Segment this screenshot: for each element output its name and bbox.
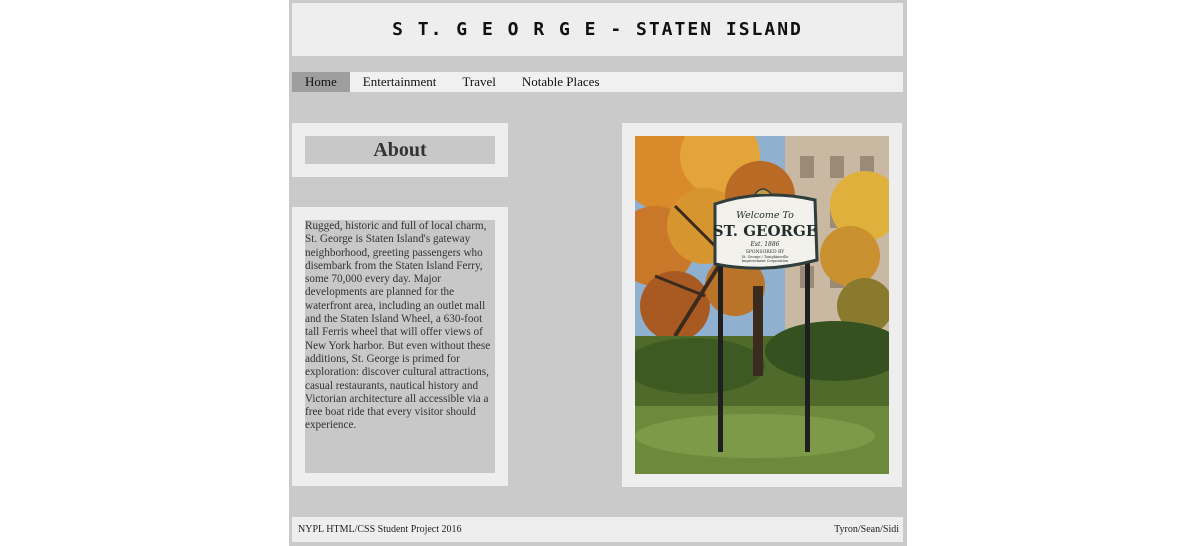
about-heading: About: [305, 136, 495, 164]
site-title: S T. G E O R G E - STATEN ISLAND: [392, 19, 803, 40]
about-panel: About: [292, 123, 508, 177]
footer-authors: Tyron/Sean/Sidi: [834, 524, 899, 535]
site-footer: NYPL HTML/CSS Student Project 2016 Tyron…: [292, 517, 903, 542]
about-text-panel: Rugged, historic and full of local charm…: [292, 207, 508, 486]
nav-item-travel[interactable]: Travel: [449, 72, 508, 92]
photo-panel: Welcome To ST. GEORGE Est. 1886 SPONSORE…: [622, 123, 902, 487]
sign-line-6: Improvement Corporation: [742, 259, 789, 263]
photo-illustration: Welcome To ST. GEORGE Est. 1886 SPONSORE…: [635, 136, 889, 474]
sign-line-1: Welcome To: [736, 210, 794, 221]
about-text: Rugged, historic and full of local charm…: [305, 220, 495, 473]
footer-credit: NYPL HTML/CSS Student Project 2016: [298, 524, 462, 535]
site-header: S T. G E O R G E - STATEN ISLAND: [292, 3, 903, 56]
nav-item-entertainment[interactable]: Entertainment: [350, 72, 450, 92]
main-nav: Home Entertainment Travel Notable Places: [292, 72, 903, 92]
sign-line-3: Est. 1886: [750, 241, 780, 248]
nav-item-home[interactable]: Home: [292, 72, 350, 92]
nav-item-notable-places[interactable]: Notable Places: [509, 72, 613, 92]
st-george-sign-photo: Welcome To ST. GEORGE Est. 1886 SPONSORE…: [635, 136, 889, 474]
sign-line-2: ST. GEORGE: [713, 222, 818, 240]
page: S T. G E O R G E - STATEN ISLAND Home En…: [289, 0, 907, 546]
